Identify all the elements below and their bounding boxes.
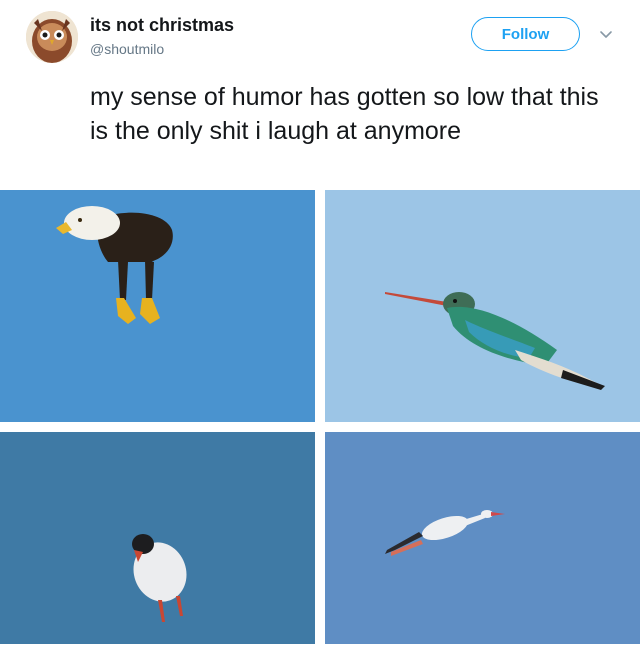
photo-stork[interactable] (325, 432, 640, 644)
owl-avatar-icon (26, 11, 78, 63)
puffin-photo-icon (0, 432, 315, 644)
display-name[interactable]: its not christmas (90, 15, 234, 36)
avatar[interactable] (26, 11, 78, 63)
tweet-text: my sense of humor has gotten so low that… (90, 83, 599, 145)
hummingbird-photo-icon (325, 190, 640, 422)
tweet-header: its not christmas @shoutmilo Follow (0, 0, 640, 72)
eagle-photo-icon (0, 190, 315, 422)
photo-puffin[interactable] (0, 432, 315, 644)
user-handle[interactable]: @shoutmilo (90, 41, 164, 57)
photo-grid (0, 190, 640, 654)
stork-photo-icon (325, 432, 640, 644)
photo-hummingbird[interactable] (325, 190, 640, 422)
chevron-down-icon[interactable] (598, 27, 614, 43)
follow-button[interactable]: Follow (471, 17, 580, 51)
photo-eagle[interactable] (0, 190, 315, 422)
